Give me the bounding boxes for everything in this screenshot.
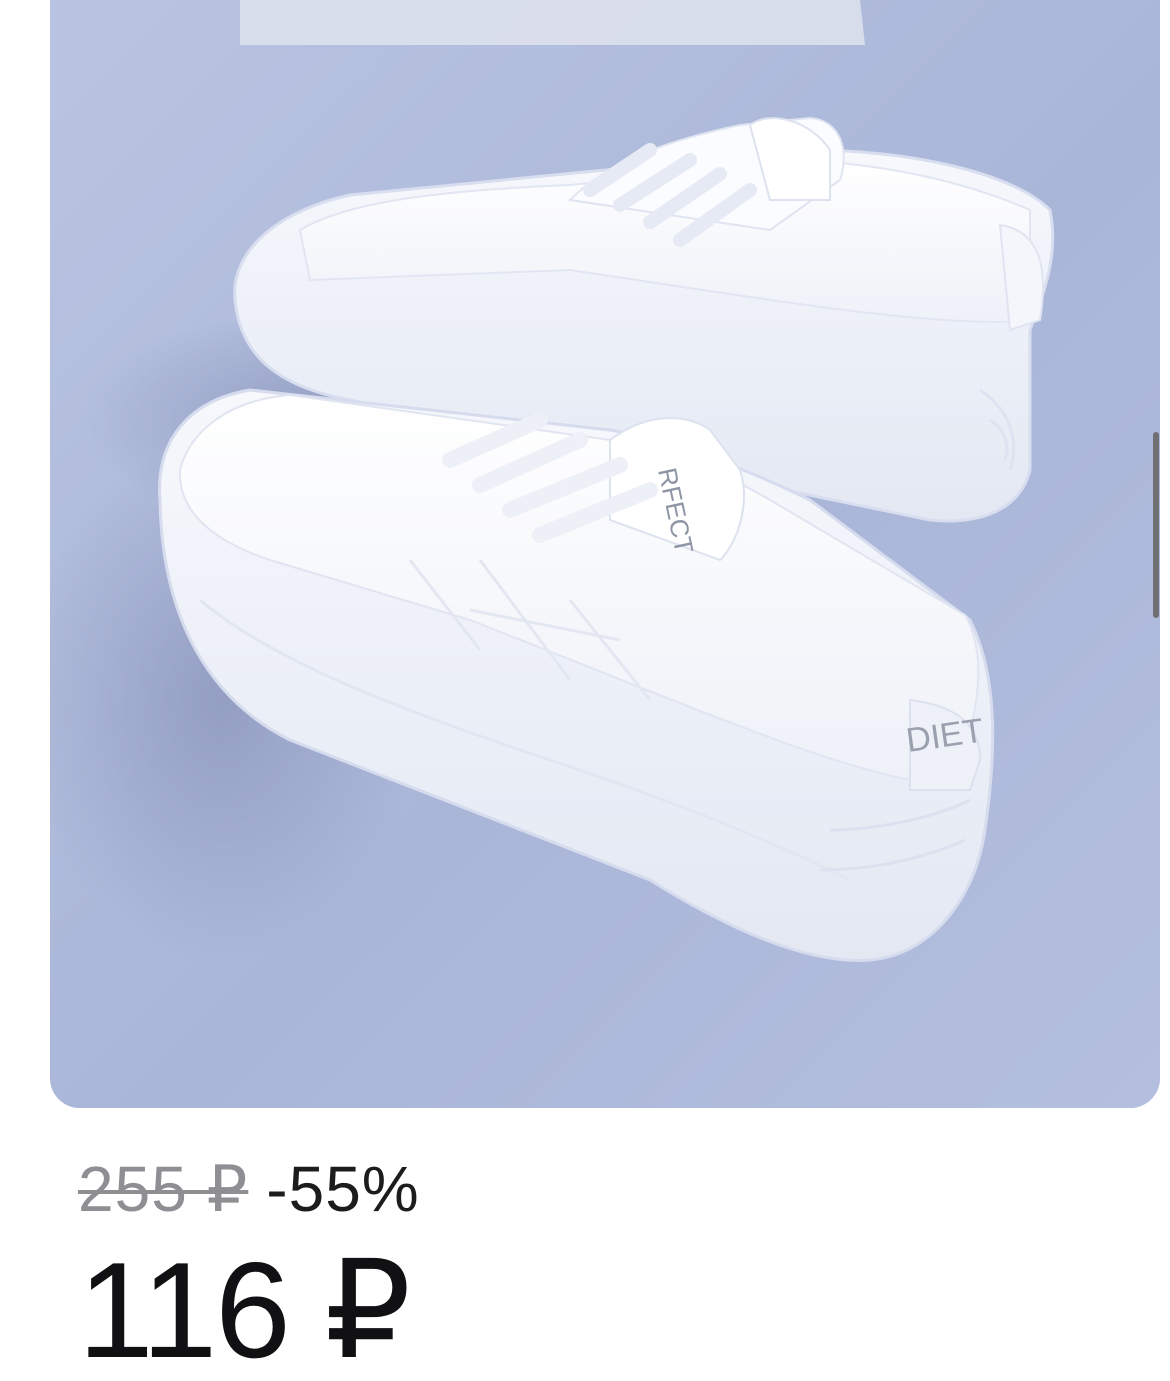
old-price-row: 255 ₽ -55% <box>78 1152 778 1227</box>
product-photo[interactable]: DIET RFECT <box>50 0 1160 1108</box>
product-card: DIET RFECT 255 ₽ -55% 116 ₽ <box>0 0 1170 1381</box>
current-price: 116 ₽ <box>78 1234 411 1381</box>
discount-badge: -55% <box>266 1153 420 1225</box>
price-block: 255 ₽ -55% 116 ₽ <box>78 1152 778 1381</box>
old-price: 255 ₽ <box>78 1153 249 1225</box>
sneakers-illustration: DIET RFECT <box>50 0 1160 1108</box>
background-paper <box>240 0 865 45</box>
scrollbar[interactable] <box>1153 432 1159 618</box>
